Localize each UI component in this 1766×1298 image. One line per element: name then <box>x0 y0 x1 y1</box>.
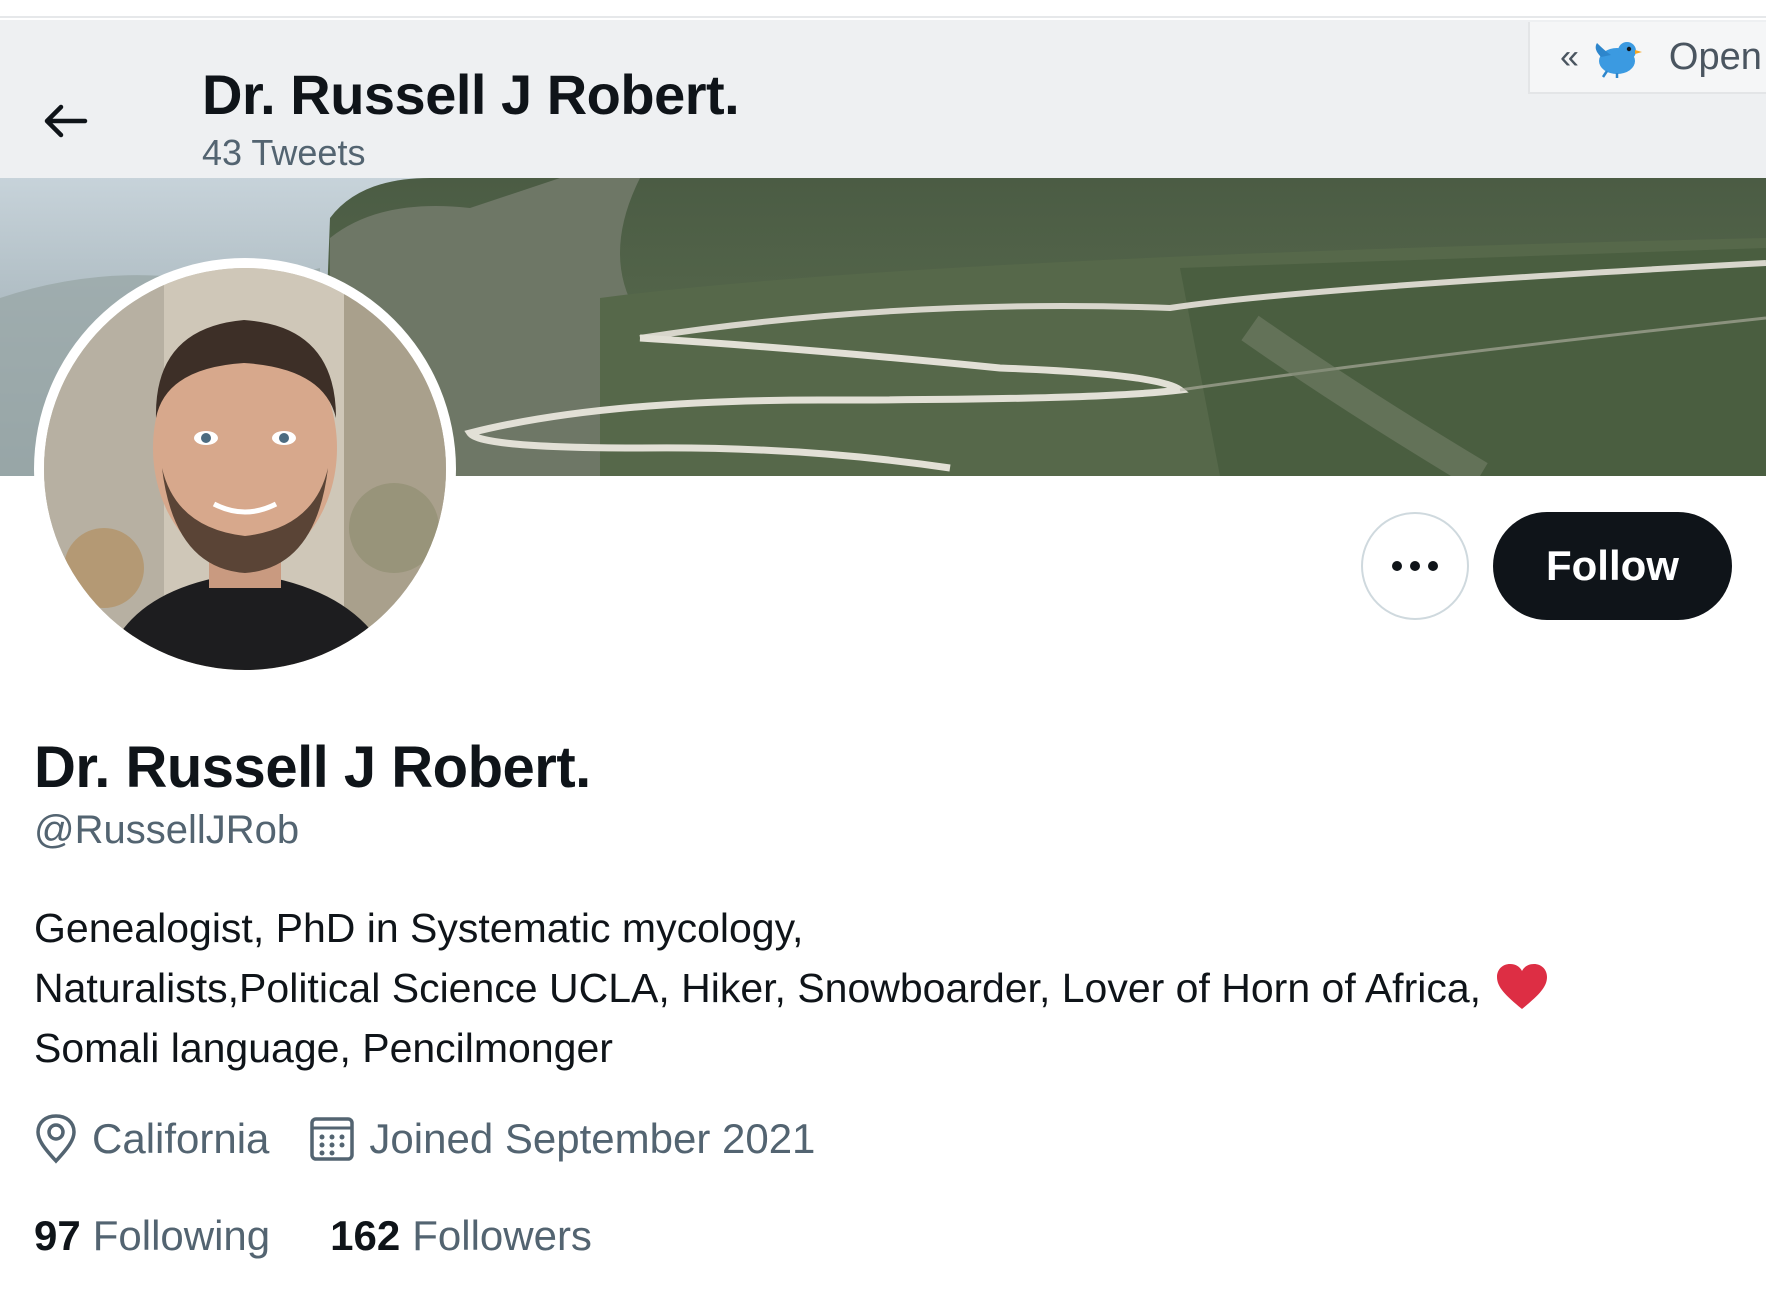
followers-label: Followers <box>412 1212 592 1259</box>
following-count: 97 <box>34 1212 81 1259</box>
follow-stats: 97 Following 162 Followers <box>34 1212 652 1260</box>
location-item: California <box>34 1114 269 1164</box>
joined-date: Joined September 2021 <box>369 1115 816 1162</box>
header-title: Dr. Russell J Robert. <box>202 63 740 126</box>
bio-line: Somali language, Pencilmonger <box>34 1025 613 1071</box>
followers-link[interactable]: 162 Followers <box>330 1212 592 1260</box>
profile-meta: California Joined September 2021 <box>34 1114 855 1164</box>
arrow-left-icon <box>44 104 88 138</box>
avatar-photo <box>44 268 446 670</box>
chevron-left-icon: « <box>1560 37 1579 76</box>
profile-handle: @RussellJRob <box>34 808 300 852</box>
location-text: California <box>92 1115 270 1162</box>
browser-top-edge <box>0 0 1766 18</box>
following-link[interactable]: 97 Following <box>34 1212 270 1260</box>
bird-icon <box>1595 42 1642 78</box>
bio-line-text: Naturalists,Political Science UCLA, Hike… <box>34 965 1482 1011</box>
profile-bio: Genealogist, PhD in Systematic mycology,… <box>34 898 1734 1078</box>
tweets-count: 43 Tweets <box>202 132 366 173</box>
more-options-button[interactable] <box>1361 512 1469 620</box>
profile-avatar[interactable] <box>34 258 456 680</box>
extension-open-panel[interactable]: « Open <box>1528 22 1766 94</box>
profile-name: Dr. Russell J Robert. <box>34 735 591 800</box>
red-heart-icon <box>1497 964 1548 1010</box>
followers-count: 162 <box>330 1212 401 1259</box>
profile-header-bar: Dr. Russell J Robert. 43 Tweets <box>0 20 1766 178</box>
joined-item: Joined September 2021 <box>309 1115 815 1163</box>
calendar-icon <box>310 1117 355 1161</box>
following-label: Following <box>92 1212 271 1259</box>
more-dots-icon <box>1392 561 1438 571</box>
location-pin-icon <box>36 1114 76 1164</box>
follow-button[interactable]: Follow <box>1493 512 1732 620</box>
extension-open-label: Open <box>1668 35 1762 78</box>
back-button[interactable] <box>36 92 94 150</box>
bio-line: Genealogist, PhD in Systematic mycology, <box>34 905 804 951</box>
bio-line: Naturalists,Political Science UCLA, Hike… <box>34 958 1734 1018</box>
